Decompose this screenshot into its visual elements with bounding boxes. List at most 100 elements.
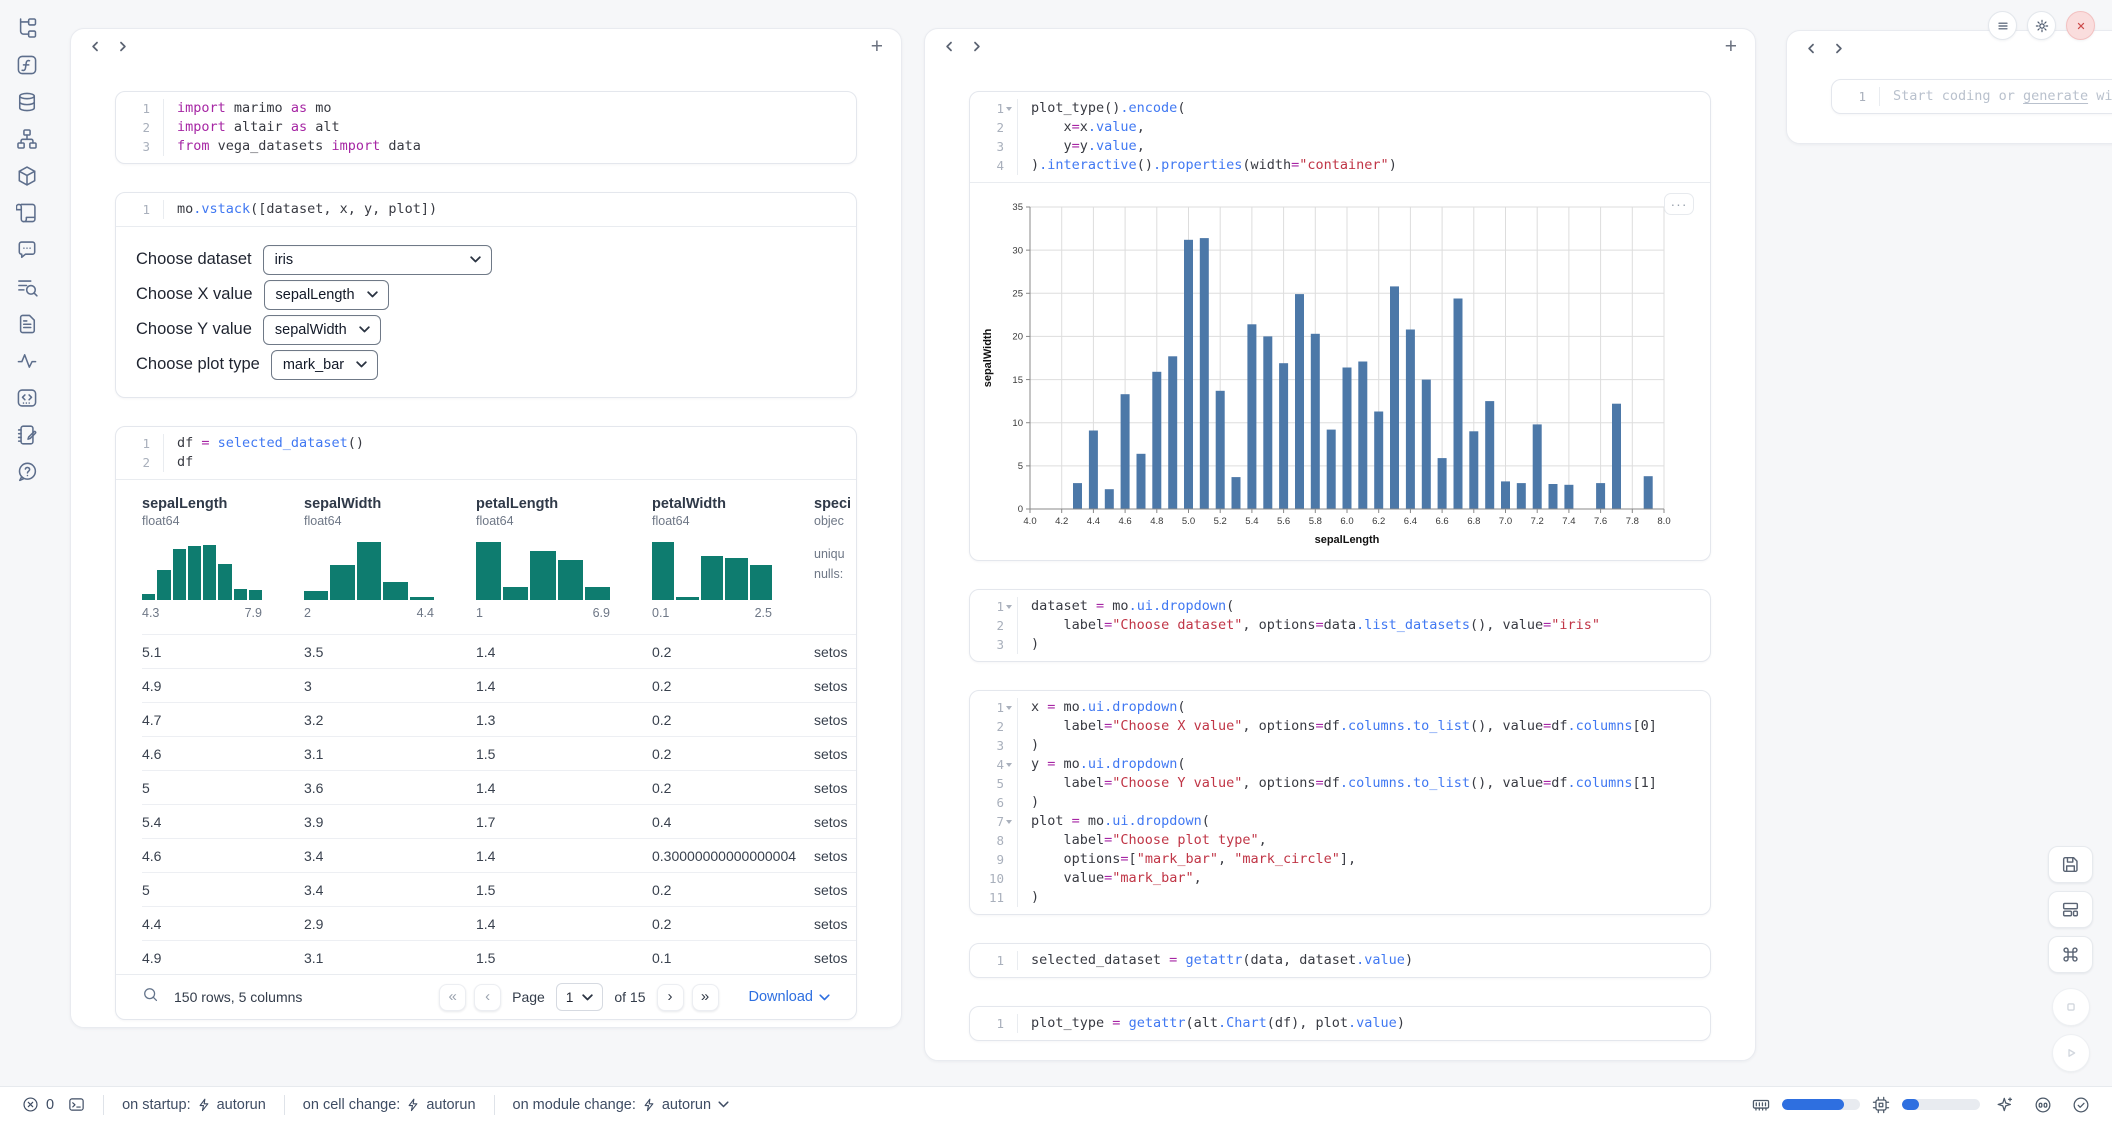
empty-cell-placeholder[interactable]: Start coding or generate with bbox=[1879, 87, 2112, 106]
database-icon[interactable] bbox=[15, 90, 39, 114]
ai-assist-button[interactable] bbox=[1992, 1096, 2018, 1114]
scratchpad-icon[interactable] bbox=[15, 423, 39, 447]
copilot-button[interactable] bbox=[2030, 1096, 2056, 1114]
code-line[interactable]: 9 options=["mark_bar", "mark_circle"], bbox=[970, 850, 1710, 869]
dataset-select[interactable]: iris bbox=[263, 245, 492, 275]
code-line[interactable]: 3from vega_datasets import data bbox=[116, 137, 856, 156]
chart-actions-button[interactable]: ··· bbox=[1664, 193, 1694, 215]
code-line[interactable]: 3) bbox=[970, 736, 1710, 755]
add-column-button[interactable]: + bbox=[869, 34, 885, 59]
table-row[interactable]: 53.61.40.2setos bbox=[142, 770, 856, 804]
code-cell-plot-type[interactable]: 1plot_type = getattr(alt.Chart(df), plot… bbox=[969, 1006, 1711, 1041]
table-row[interactable]: 4.93.11.50.1setos bbox=[142, 940, 856, 974]
functions-icon[interactable] bbox=[15, 53, 39, 77]
column-move-right-button[interactable] bbox=[968, 38, 985, 55]
code-editor[interactable]: 1import marimo as mo2import altair as al… bbox=[116, 92, 856, 163]
code-editor[interactable]: 1mo.vstack([dataset, x, y, plot]) bbox=[116, 193, 856, 226]
column-move-right-button[interactable] bbox=[114, 38, 131, 55]
code-line[interactable]: 1selected_dataset = getattr(data, datase… bbox=[970, 951, 1710, 970]
code-line[interactable]: 10 value="mark_bar", bbox=[970, 869, 1710, 888]
snippets-icon[interactable] bbox=[15, 386, 39, 410]
run-button[interactable] bbox=[2052, 1034, 2090, 1072]
column-header-petalLength[interactable]: petalLengthfloat6416.9 bbox=[476, 496, 652, 620]
download-button[interactable]: Download bbox=[743, 988, 837, 1006]
code-editor[interactable]: 1x = mo.ui.dropdown(2 label="Choose X va… bbox=[970, 691, 1710, 914]
layout-button[interactable] bbox=[2048, 891, 2093, 928]
code-cell-plot[interactable]: 1plot_type().encode(2 x=x.value,3 y=y.va… bbox=[969, 91, 1711, 561]
first-page-button[interactable]: « bbox=[439, 984, 466, 1011]
packages-icon[interactable] bbox=[15, 164, 39, 188]
code-line[interactable]: 1dataset = mo.ui.dropdown( bbox=[970, 597, 1710, 616]
code-cell-vstack[interactable]: 1mo.vstack([dataset, x, y, plot]) Choose… bbox=[115, 192, 857, 398]
plot-type-select[interactable]: mark_bar bbox=[271, 350, 378, 380]
table-row[interactable]: 4.931.40.2setos bbox=[142, 668, 856, 702]
code-line[interactable]: 8 label="Choose plot type", bbox=[970, 831, 1710, 850]
keyboard-shortcuts-button[interactable] bbox=[2048, 936, 2093, 973]
run-config-item-2[interactable]: on module change:autorun bbox=[509, 1097, 734, 1113]
column-header-sepalWidth[interactable]: sepalWidthfloat6424.4 bbox=[304, 496, 476, 620]
x-value-select[interactable]: sepalLength bbox=[264, 280, 389, 310]
code-line[interactable]: 4y = mo.ui.dropdown( bbox=[970, 755, 1710, 774]
connection-status-button[interactable] bbox=[2068, 1096, 2094, 1114]
run-config-item-0[interactable]: on startup:autorun bbox=[118, 1097, 270, 1113]
code-line[interactable]: 11) bbox=[970, 888, 1710, 907]
code-line[interactable]: 1x = mo.ui.dropdown( bbox=[970, 698, 1710, 717]
file-tree-icon[interactable] bbox=[15, 16, 39, 40]
code-cell-imports[interactable]: 1import marimo as mo2import altair as al… bbox=[115, 91, 857, 164]
code-line[interactable]: 7plot = mo.ui.dropdown( bbox=[970, 812, 1710, 831]
code-line[interactable]: 2 label="Choose X value", options=df.col… bbox=[970, 717, 1710, 736]
code-line[interactable]: 2 x=x.value, bbox=[970, 118, 1710, 137]
save-button[interactable] bbox=[2048, 846, 2093, 883]
add-column-button[interactable]: + bbox=[1723, 34, 1739, 59]
code-line[interactable]: 1import marimo as mo bbox=[116, 99, 856, 118]
code-cell-selected-dataset[interactable]: 1selected_dataset = getattr(data, datase… bbox=[969, 943, 1711, 978]
code-line[interactable]: 2 label="Choose dataset", options=data.l… bbox=[970, 616, 1710, 635]
code-editor[interactable]: 1selected_dataset = getattr(data, datase… bbox=[970, 944, 1710, 977]
next-page-button[interactable]: › bbox=[657, 984, 684, 1011]
empty-code-cell[interactable]: 1 Start coding or generate with bbox=[1831, 79, 2112, 114]
code-editor[interactable]: 1dataset = mo.ui.dropdown(2 label="Choos… bbox=[970, 590, 1710, 661]
code-line[interactable]: 3 y=y.value, bbox=[970, 137, 1710, 156]
documentation-icon[interactable] bbox=[15, 312, 39, 336]
errors-indicator[interactable]: 0 bbox=[18, 1096, 58, 1113]
shutdown-button[interactable] bbox=[2066, 11, 2095, 40]
y-value-select[interactable]: sepalWidth bbox=[263, 315, 381, 345]
table-row[interactable]: 4.42.91.40.2setos bbox=[142, 906, 856, 940]
table-row[interactable]: 53.41.50.2setos bbox=[142, 872, 856, 906]
page-select[interactable]: 1 bbox=[556, 983, 604, 1011]
code-line[interactable]: 1plot_type().encode( bbox=[970, 99, 1710, 118]
generate-link[interactable]: generate bbox=[2023, 88, 2088, 104]
column-header-sepalLength[interactable]: sepalLengthfloat644.37.9 bbox=[142, 496, 304, 620]
code-line[interactable]: 5 label="Choose Y value", options=df.col… bbox=[970, 774, 1710, 793]
prev-page-button[interactable]: ‹ bbox=[474, 984, 501, 1011]
table-row[interactable]: 4.73.21.30.2setos bbox=[142, 702, 856, 736]
code-cell-dataset-dropdown[interactable]: 1dataset = mo.ui.dropdown(2 label="Choos… bbox=[969, 589, 1711, 662]
run-config-item-1[interactable]: on cell change:autorun bbox=[299, 1097, 480, 1113]
search-icon[interactable] bbox=[142, 986, 159, 1008]
code-line[interactable]: 1plot_type = getattr(alt.Chart(df), plot… bbox=[970, 1014, 1710, 1033]
altair-bar-chart[interactable]: 4.04.24.44.64.85.05.25.45.65.86.06.26.46… bbox=[980, 195, 1680, 549]
table-row[interactable]: 5.13.51.40.2setos bbox=[142, 634, 856, 668]
terminal-button[interactable] bbox=[64, 1096, 89, 1113]
column-move-left-button[interactable] bbox=[941, 38, 958, 55]
last-page-button[interactable]: » bbox=[692, 984, 719, 1011]
column-header-petalWidth[interactable]: petalWidthfloat640.12.5 bbox=[652, 496, 814, 620]
column-move-right-button[interactable] bbox=[1830, 40, 1847, 57]
activity-icon[interactable] bbox=[15, 349, 39, 373]
dependency-graph-icon[interactable] bbox=[15, 127, 39, 151]
code-line[interactable]: 2df bbox=[116, 453, 856, 472]
table-row[interactable]: 5.43.91.70.4setos bbox=[142, 804, 856, 838]
code-editor[interactable]: 1plot_type().encode(2 x=x.value,3 y=y.va… bbox=[970, 92, 1710, 182]
code-line[interactable]: 3) bbox=[970, 635, 1710, 654]
logs-icon[interactable] bbox=[15, 201, 39, 225]
column-move-left-button[interactable] bbox=[87, 38, 104, 55]
code-editor[interactable]: 1df = selected_dataset()2df bbox=[116, 427, 856, 479]
code-line[interactable]: 1mo.vstack([dataset, x, y, plot]) bbox=[116, 200, 856, 219]
code-cell-xyplot-dropdowns[interactable]: 1x = mo.ui.dropdown(2 label="Choose X va… bbox=[969, 690, 1711, 915]
code-line[interactable]: 2import altair as alt bbox=[116, 118, 856, 137]
table-row[interactable]: 4.63.41.40.30000000000000004setos bbox=[142, 838, 856, 872]
chat-icon[interactable] bbox=[15, 238, 39, 262]
code-line[interactable]: 6) bbox=[970, 793, 1710, 812]
table-row[interactable]: 4.63.11.50.2setos bbox=[142, 736, 856, 770]
help-icon[interactable] bbox=[15, 460, 39, 484]
